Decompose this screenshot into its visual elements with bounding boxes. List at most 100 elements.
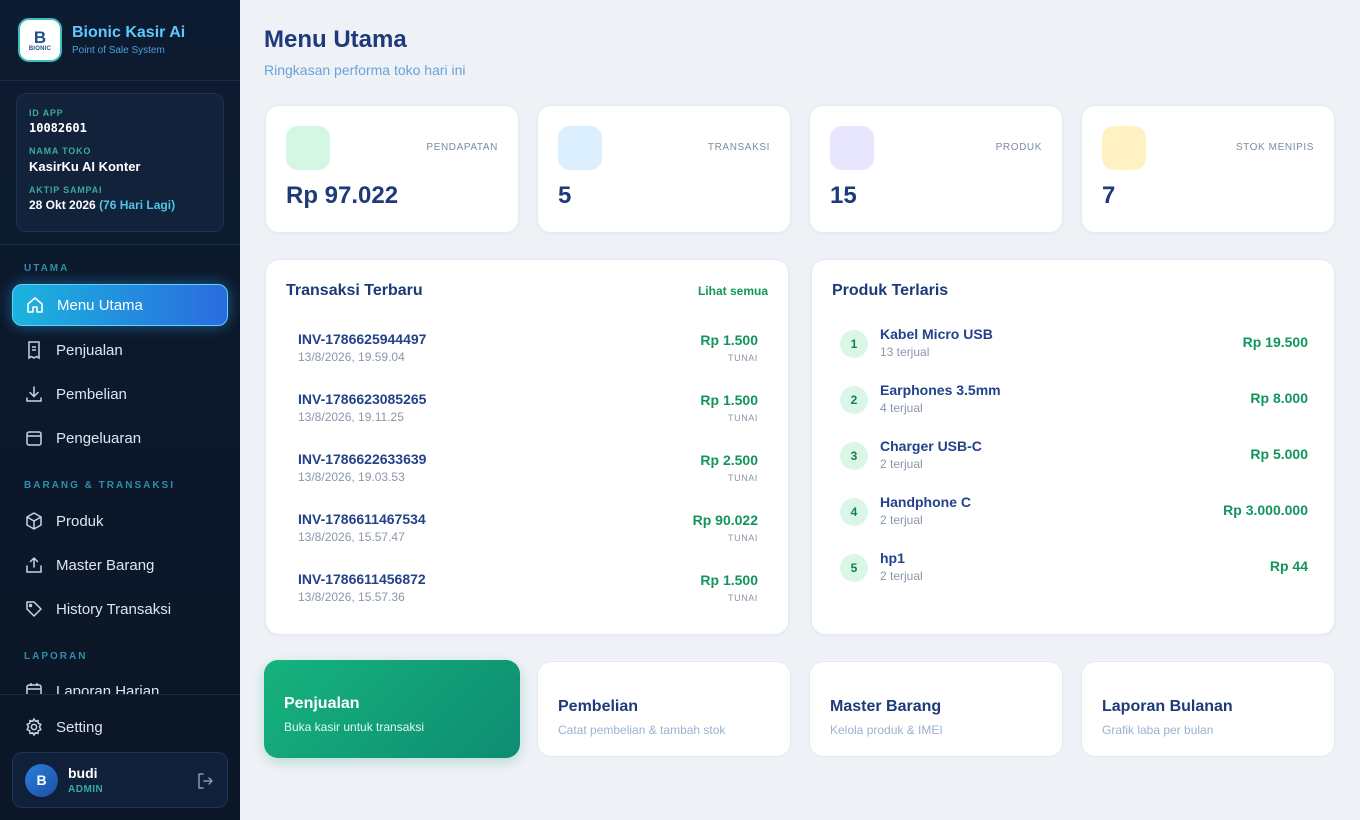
sidebar-divider <box>0 244 240 245</box>
sidebar-item-label: Pembelian <box>56 385 127 403</box>
transaction-amount: Rp 2.500 <box>700 452 758 468</box>
rank-badge: 1 <box>840 330 868 358</box>
quick-action-subtitle: Kelola produk & IMEI <box>830 723 943 737</box>
sidebar-item-produk[interactable]: Produk <box>12 500 228 542</box>
transaction-date: 13/8/2026, 19.11.25 <box>298 410 404 424</box>
page-subtitle: Ringkasan performa toko hari ini <box>264 62 466 78</box>
product-name: Handphone C <box>880 494 971 510</box>
stat-label: PRODUK <box>995 142 1042 153</box>
brand-subtitle: Point of Sale System <box>72 45 165 56</box>
product-row[interactable]: 2 Earphones 3.5mm 4 terjual Rp 8.000 <box>840 382 1308 418</box>
invoice-id: INV-1786611456872 <box>298 571 426 587</box>
transaction-date: 13/8/2026, 19.03.53 <box>298 470 405 484</box>
stat-icon-tile <box>558 126 602 170</box>
product-sold-count: 2 terjual <box>880 513 923 527</box>
product-revenue: Rp 8.000 <box>1250 390 1308 406</box>
sidebar-item-setting[interactable]: Setting <box>12 706 228 748</box>
gear-icon <box>24 717 44 737</box>
stat-icon-tile <box>1102 126 1146 170</box>
product-row[interactable]: 5 hp1 2 terjual Rp 44 <box>840 550 1308 586</box>
product-sold-count: 4 terjual <box>880 401 923 415</box>
sidebar-item-label: Laporan Harian <box>56 682 160 695</box>
sidebar-scroll-clip: Laporan Harian <box>0 676 240 694</box>
transaction-date: 13/8/2026, 15.57.36 <box>298 590 405 604</box>
product-revenue: Rp 19.500 <box>1242 334 1308 350</box>
product-row[interactable]: 3 Charger USB-C 2 terjual Rp 5.000 <box>840 438 1308 474</box>
quick-action-subtitle: Catat pembelian & tambah stok <box>558 723 726 737</box>
stat-icon-tile <box>830 126 874 170</box>
product-name: hp1 <box>880 550 905 566</box>
brand-header: B BIONIC Bionic Kasir Ai Point of Sale S… <box>0 0 240 81</box>
quick-action-penjualan[interactable]: Penjualan Buka kasir untuk transaksi <box>264 660 520 758</box>
transaction-row[interactable]: INV-1786623085265 13/8/2026, 19.11.25 Rp… <box>298 391 758 431</box>
sidebar-item-pembelian[interactable]: Pembelian <box>12 373 228 415</box>
transaction-amount: Rp 1.500 <box>700 572 758 588</box>
product-sold-count: 2 terjual <box>880 457 923 471</box>
payment-method: TUNAI <box>728 413 758 423</box>
brand-logo: B BIONIC <box>18 18 62 62</box>
store-name-value: KasirKu AI Konter <box>29 159 141 174</box>
transaction-row[interactable]: INV-1786622633639 13/8/2026, 19.03.53 Rp… <box>298 451 758 491</box>
transaction-row[interactable]: INV-1786611467534 13/8/2026, 15.57.47 Rp… <box>298 511 758 551</box>
best-selling-title: Produk Terlaris <box>832 282 949 299</box>
user-role: ADMIN <box>68 784 104 795</box>
sidebar-item-label: Produk <box>56 512 104 530</box>
section-utama: UTAMA <box>24 263 70 274</box>
invoice-id: INV-1786625944497 <box>298 331 427 347</box>
stat-value: 15 <box>830 182 857 209</box>
page-title: Menu Utama <box>264 26 407 53</box>
stat-label: PENDAPATAN <box>426 142 498 153</box>
stat-card-produk: PRODUK 15 <box>809 105 1063 233</box>
transaction-date: 13/8/2026, 15.57.47 <box>298 530 405 544</box>
logo-caption: BIONIC <box>28 45 52 52</box>
sidebar-item-laporan-harian[interactable]: Laporan Harian <box>12 676 228 694</box>
user-name: budi <box>68 765 98 781</box>
stat-label: STOK MENIPIS <box>1235 142 1314 153</box>
sidebar-item-label: Pengeluaran <box>56 429 142 447</box>
product-row[interactable]: 1 Kabel Micro USB 13 terjual Rp 19.500 <box>840 326 1308 362</box>
stat-label: TRANSAKSI <box>707 142 770 153</box>
user-card: B budi ADMIN <box>12 752 228 808</box>
account-info-box: ID APP 10082601 NAMA TOKO KasirKu AI Kon… <box>16 93 224 232</box>
product-name: Kabel Micro USB <box>880 326 993 342</box>
transaction-amount: Rp 90.022 <box>692 512 758 528</box>
stat-value: 5 <box>558 182 572 209</box>
sidebar-item-label: Penjualan <box>56 341 123 359</box>
logout-icon[interactable] <box>195 771 215 791</box>
sidebar-item-label: Setting <box>56 718 103 736</box>
active-until-date: 28 Okt 2026 <box>29 198 96 212</box>
sidebar-item-penjualan[interactable]: Penjualan <box>12 329 228 371</box>
stat-value: Rp 97.022 <box>286 182 399 209</box>
sidebar-item-pengeluaran[interactable]: Pengeluaran <box>12 417 228 459</box>
sidebar-item-label: History Transaksi <box>56 600 172 618</box>
quick-action-laporan-bulanan[interactable]: Laporan Bulanan Grafik laba per bulan <box>1081 661 1335 757</box>
home-icon <box>25 295 45 315</box>
product-row[interactable]: 4 Handphone C 2 terjual Rp 3.000.000 <box>840 494 1308 530</box>
payment-method: TUNAI <box>728 593 758 603</box>
rank-badge: 3 <box>840 442 868 470</box>
receipt-icon <box>24 340 44 360</box>
sidebar-item-master-barang[interactable]: Master Barang <box>12 544 228 586</box>
see-all-link[interactable]: Lihat semua <box>698 284 768 298</box>
rank-badge: 2 <box>840 386 868 414</box>
product-name: Earphones 3.5mm <box>880 382 1001 398</box>
transaction-row[interactable]: INV-1786625944497 13/8/2026, 19.59.04 Rp… <box>298 331 758 371</box>
product-sold-count: 13 terjual <box>880 345 930 359</box>
transaction-amount: Rp 1.500 <box>700 332 758 348</box>
box-icon <box>24 511 44 531</box>
quick-action-pembelian[interactable]: Pembelian Catat pembelian & tambah stok <box>537 661 791 757</box>
active-until-value: 28 Okt 2026 (76 Hari Lagi) <box>29 198 211 212</box>
transaction-date: 13/8/2026, 19.59.04 <box>298 350 405 364</box>
download-icon <box>24 384 44 404</box>
section-laporan: LAPORAN <box>24 651 88 662</box>
product-sold-count: 2 terjual <box>880 569 923 583</box>
transaction-amount: Rp 1.500 <box>700 392 758 408</box>
transaction-row[interactable]: INV-1786611456872 13/8/2026, 15.57.36 Rp… <box>298 571 758 611</box>
sidebar-item-history-transaksi[interactable]: History Transaksi <box>12 588 228 630</box>
section-barang-transaksi: BARANG & TRANSAKSI <box>24 480 175 491</box>
recent-transactions-title: Transaksi Terbaru <box>286 282 423 299</box>
sidebar-item-menu-utama[interactable]: Menu Utama <box>12 284 228 326</box>
avatar: B <box>25 763 58 797</box>
quick-action-master-barang[interactable]: Master Barang Kelola produk & IMEI <box>809 661 1063 757</box>
sidebar-item-label: Menu Utama <box>57 296 143 314</box>
